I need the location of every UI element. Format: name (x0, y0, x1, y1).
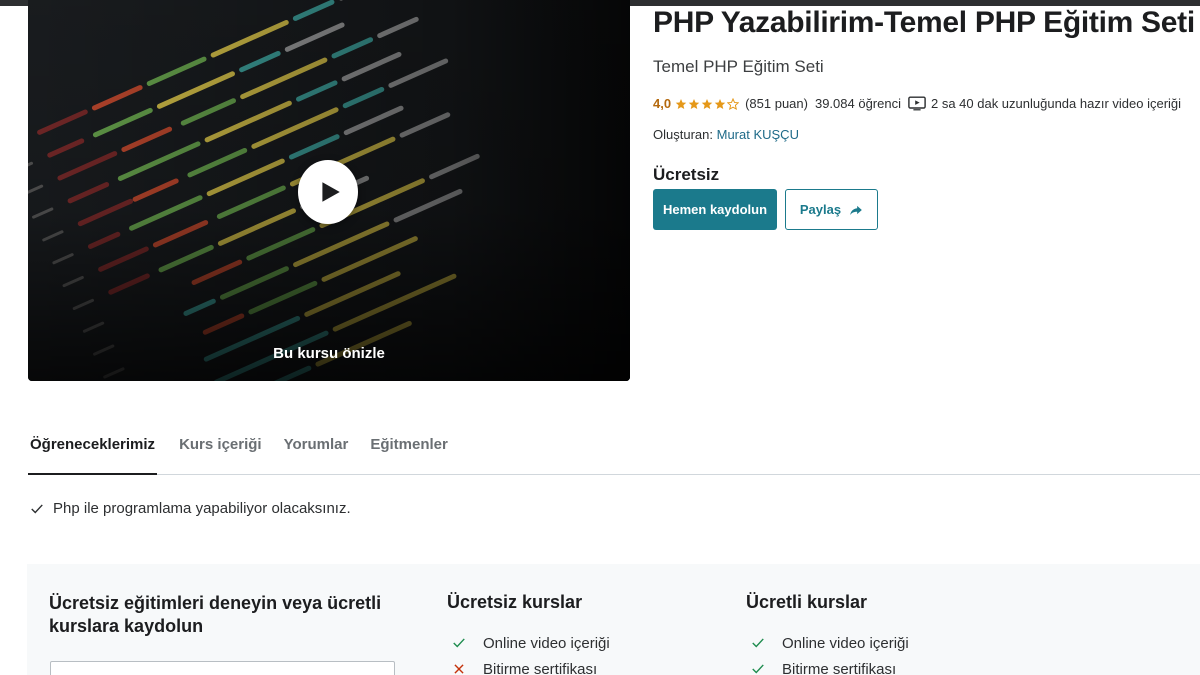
free-courses-title: Ücretsiz kurslar (447, 592, 583, 612)
course-title: PHP Yazabilirim-Temel PHP Eğitim Seti (653, 6, 1195, 39)
check-icon (752, 664, 764, 674)
paid-courses-title: Ücretli kurslar (746, 592, 868, 612)
rating-stars (675, 97, 740, 110)
paid-feature-text: Online video içeriği (782, 634, 909, 652)
free-feature-text: Online video içeriği (483, 634, 610, 652)
learn-item-text: Php ile programlama yapabiliyor olacaksı… (53, 500, 351, 517)
course-preview-video[interactable]: Bu kursu önizle (28, 0, 630, 381)
course-meta: 4,0 (851 puan) 39.084 öğrenci 2 sa 40 da… (653, 96, 1181, 111)
course-price: Ücretsiz (653, 165, 720, 184)
course-duration: 2 sa 40 dak uzunluğunda hazır video içer… (930, 96, 1182, 111)
share-button[interactable]: Paylaş (785, 189, 878, 230)
creator-link[interactable]: Murat KUŞÇU (717, 127, 799, 142)
preview-label[interactable]: Bu kursu önizle (28, 345, 630, 362)
compare-cta-field[interactable] (50, 661, 395, 675)
star-icon (714, 98, 726, 109)
tab-content[interactable]: Kurs içeriği (179, 428, 262, 475)
cross-icon (454, 664, 464, 674)
free-feature-text: Bitirme sertifikası (483, 660, 598, 675)
video-icon (908, 96, 926, 111)
rating-count[interactable]: (851 puan) (745, 96, 808, 111)
tab-reviews[interactable]: Yorumlar (284, 428, 349, 475)
share-arrow-icon (850, 205, 862, 215)
paid-feature-item: Bitirme sertifikası (746, 656, 909, 675)
play-icon (322, 182, 340, 202)
course-creator: Oluşturan: Murat KUŞÇU (653, 127, 799, 142)
course-tabs: Öğreneceklerimiz Kurs içeriği Yorumlar E… (28, 428, 1200, 475)
rating-value: 4,0 (653, 96, 672, 111)
learn-list-item: Php ile programlama yapabiliyor olacaksı… (30, 500, 351, 517)
check-icon (752, 638, 764, 648)
paid-feature-text: Bitirme sertifikası (782, 660, 897, 675)
free-feature-item: Online video içeriği (447, 630, 610, 656)
paid-feature-item: Online video içeriği (746, 630, 909, 656)
star-icon (675, 98, 687, 109)
paid-courses-column: Ücretli kurslar Online video içeriği Bit… (746, 592, 909, 675)
share-label: Paylaş (799, 202, 842, 217)
creator-label: Oluşturan: (653, 127, 713, 142)
tab-instructors[interactable]: Eğitmenler (370, 428, 448, 475)
star-icon (701, 98, 713, 109)
student-count: 39.084 öğrenci (814, 96, 901, 111)
star-outline-icon (727, 97, 740, 110)
star-icon (688, 98, 700, 109)
check-icon (31, 503, 43, 514)
free-courses-column: Ücretsiz kurslar Online video içeriği Bi… (447, 592, 610, 675)
check-icon (453, 638, 465, 648)
enroll-button[interactable]: Hemen kaydolun (653, 189, 777, 230)
tab-learn[interactable]: Öğreneceklerimiz (28, 428, 158, 475)
play-button[interactable] (298, 160, 358, 224)
compare-heading: Ücretsiz eğitimleri deneyin veya ücretli… (49, 593, 382, 636)
free-feature-item: Bitirme sertifikası (447, 656, 610, 675)
free-vs-paid-box: Ücretsiz eğitimleri deneyin veya ücretli… (27, 564, 1200, 675)
course-subtitle: Temel PHP Eğitim Seti (653, 57, 824, 76)
